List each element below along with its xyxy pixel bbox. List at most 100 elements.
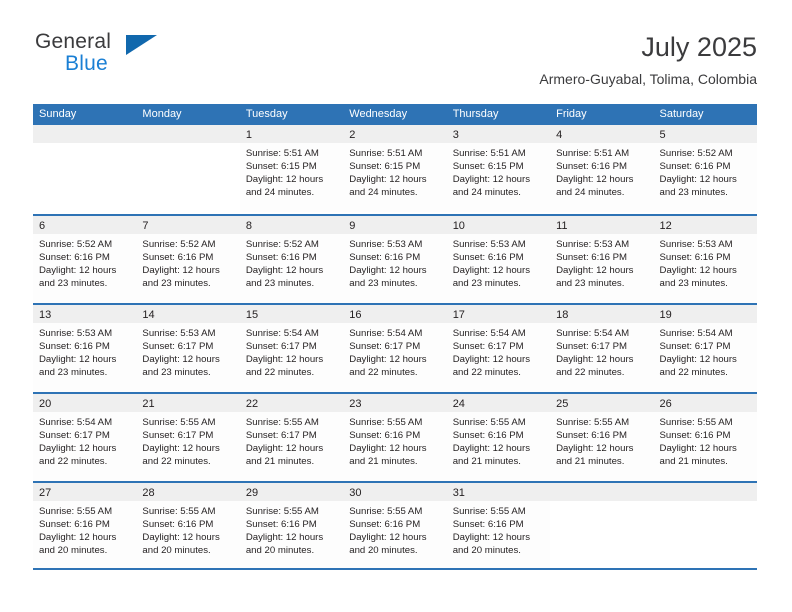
day-cell[interactable]: 7 Sunrise: 5:52 AM Sunset: 6:16 PM Daylight… (136, 216, 240, 303)
sunrise-text: Sunrise: 5:54 AM (39, 417, 113, 428)
daylight-text: and 22 minutes. (349, 367, 418, 379)
day-details: Sunrise: 5:55 AM Sunset: 6:16 PM Daylight:… (136, 501, 240, 568)
day-number-band: 30 (343, 483, 447, 501)
day-cell-empty (136, 125, 240, 214)
daylight-text: and 20 minutes. (39, 545, 108, 557)
daylight-text: and 20 minutes. (349, 545, 418, 557)
day-cell[interactable]: 1 Sunrise: 5:51 AM Sunset: 6:15 PM Daylight… (239, 125, 344, 214)
day-cell[interactable]: 27 Sunrise: 5:55 AM Sunset: 6:16 PM Dayligh… (33, 483, 137, 568)
sunrise-text: Sunrise: 5:52 AM (39, 239, 113, 250)
day-details: Sunrise: 5:55 AM Sunset: 6:17 PM Daylight:… (239, 412, 344, 481)
day-number-band (136, 125, 240, 143)
sunset-text: Sunset: 6:17 PM (452, 341, 524, 353)
sunset-text: Sunset: 6:16 PM (452, 252, 524, 264)
day-number: 3 (452, 129, 459, 141)
day-number: 6 (39, 220, 46, 232)
sunrise-text: Sunrise: 5:52 AM (659, 148, 733, 159)
day-cell[interactable]: 5 Sunrise: 5:52 AM Sunset: 6:16 PM Daylight… (653, 125, 757, 214)
day-cell[interactable]: 23 Sunrise: 5:55 AM Sunset: 6:16 PM Dayligh… (343, 394, 447, 481)
daylight-text: Daylight: 12 hours (452, 532, 531, 544)
weekday-header-row: Sunday Monday Tuesday Wednesday Thursday… (33, 104, 757, 125)
day-cell[interactable]: 19 Sunrise: 5:54 AM Sunset: 6:17 PM Dayligh… (653, 305, 757, 392)
weekday-header-wednesday: Wednesday (349, 108, 408, 120)
day-cell[interactable]: 24 Sunrise: 5:55 AM Sunset: 6:16 PM Dayligh… (446, 394, 551, 481)
sunset-text: Sunset: 6:15 PM (452, 161, 524, 173)
day-cell[interactable]: 22 Sunrise: 5:55 AM Sunset: 6:17 PM Dayligh… (239, 394, 344, 481)
day-cell[interactable]: 15 Sunrise: 5:54 AM Sunset: 6:17 PM Dayligh… (239, 305, 344, 392)
sunrise-text: Sunrise: 5:55 AM (245, 417, 319, 428)
day-number-band: 19 (653, 305, 757, 323)
day-cell[interactable]: 4 Sunrise: 5:51 AM Sunset: 6:16 PM Daylight… (550, 125, 654, 214)
day-number-band: 31 (446, 483, 551, 501)
day-cell[interactable]: 12 Sunrise: 5:53 AM Sunset: 6:16 PM Dayligh… (653, 216, 757, 303)
weeks-container: 1 Sunrise: 5:51 AM Sunset: 6:15 PM Daylight… (33, 125, 757, 570)
day-cell-empty (653, 483, 757, 568)
day-cell[interactable]: 28 Sunrise: 5:55 AM Sunset: 6:16 PM Dayligh… (136, 483, 240, 568)
weekday-header-thursday: Thursday (452, 108, 499, 120)
day-details: Sunrise: 5:53 AM Sunset: 6:16 PM Daylight:… (550, 234, 654, 303)
day-cell[interactable]: 25 Sunrise: 5:55 AM Sunset: 6:16 PM Dayligh… (550, 394, 654, 481)
day-number-band: 17 (446, 305, 551, 323)
day-number-band: 21 (136, 394, 240, 412)
day-cell[interactable]: 14 Sunrise: 5:53 AM Sunset: 6:17 PM Dayligh… (136, 305, 240, 392)
day-cell[interactable]: 20 Sunrise: 5:54 AM Sunset: 6:17 PM Dayligh… (33, 394, 137, 481)
day-cell[interactable]: 13 Sunrise: 5:53 AM Sunset: 6:16 PM Dayligh… (33, 305, 137, 392)
weekday-header-monday: Monday (142, 108, 182, 120)
day-details: Sunrise: 5:54 AM Sunset: 6:17 PM Daylight:… (33, 412, 137, 481)
day-cell[interactable]: 31 Sunrise: 5:55 AM Sunset: 6:16 PM Dayligh… (446, 483, 551, 568)
day-cell[interactable]: 10 Sunrise: 5:53 AM Sunset: 6:16 PM Dayligh… (446, 216, 551, 303)
sunset-text: Sunset: 6:17 PM (142, 430, 214, 442)
day-details: Sunrise: 5:54 AM Sunset: 6:17 PM Daylight:… (653, 323, 757, 392)
day-cell[interactable]: 2 Sunrise: 5:51 AM Sunset: 6:15 PM Daylight… (343, 125, 447, 214)
logo-word-general: General (35, 30, 112, 53)
daylight-text: Daylight: 12 hours (349, 265, 427, 277)
day-cell[interactable]: 17 Sunrise: 5:54 AM Sunset: 6:17 PM Dayligh… (446, 305, 551, 392)
day-number-band: 2 (343, 125, 447, 143)
day-cell[interactable]: 21 Sunrise: 5:55 AM Sunset: 6:17 PM Dayligh… (136, 394, 240, 481)
sunrise-text: Sunrise: 5:54 AM (452, 328, 526, 339)
sunset-text: Sunset: 6:16 PM (452, 519, 524, 531)
day-cell[interactable]: 26 Sunrise: 5:55 AM Sunset: 6:16 PM Dayligh… (653, 394, 757, 481)
sunset-text: Sunset: 6:17 PM (556, 341, 628, 353)
sunset-text: Sunset: 6:16 PM (245, 252, 317, 264)
general-blue-logo[interactable]: General Blue (33, 30, 173, 82)
day-number-band: 7 (136, 216, 240, 234)
page-subtitle: Armero-Guyabal, Tolima, Colombia (539, 71, 757, 87)
day-number: 12 (659, 220, 672, 232)
daylight-text: and 21 minutes. (659, 456, 728, 468)
day-number: 7 (142, 220, 149, 232)
daylight-text: and 23 minutes. (556, 278, 625, 290)
daylight-text: and 21 minutes. (556, 456, 625, 468)
weekday-header-tuesday: Tuesday (245, 108, 288, 120)
day-number: 23 (349, 398, 362, 410)
day-number: 25 (556, 398, 569, 410)
daylight-text: and 22 minutes. (556, 367, 625, 379)
sunrise-text: Sunrise: 5:53 AM (659, 239, 733, 250)
week-row: 27 Sunrise: 5:55 AM Sunset: 6:16 PM Dayligh… (33, 481, 757, 570)
day-number: 26 (659, 398, 672, 410)
day-cell[interactable]: 3 Sunrise: 5:51 AM Sunset: 6:15 PM Daylight… (446, 125, 551, 214)
day-cell[interactable]: 16 Sunrise: 5:54 AM Sunset: 6:17 PM Dayligh… (343, 305, 447, 392)
day-number-band: 3 (446, 125, 551, 143)
day-cell[interactable]: 8 Sunrise: 5:52 AM Sunset: 6:16 PM Daylight… (239, 216, 344, 303)
daylight-text: Daylight: 12 hours (556, 174, 634, 186)
sunrise-text: Sunrise: 5:55 AM (349, 417, 423, 428)
day-cell[interactable]: 30 Sunrise: 5:55 AM Sunset: 6:16 PM Dayligh… (343, 483, 447, 568)
day-cell[interactable]: 29 Sunrise: 5:55 AM Sunset: 6:16 PM Dayligh… (239, 483, 344, 568)
day-cell[interactable]: 11 Sunrise: 5:53 AM Sunset: 6:16 PM Dayligh… (550, 216, 654, 303)
sunset-text: Sunset: 6:16 PM (556, 161, 628, 173)
day-number-band (653, 483, 757, 501)
day-details: Sunrise: 5:54 AM Sunset: 6:17 PM Daylight:… (446, 323, 551, 392)
day-cell[interactable]: 9 Sunrise: 5:53 AM Sunset: 6:16 PM Daylight… (343, 216, 447, 303)
daylight-text: and 21 minutes. (452, 456, 521, 468)
day-cell[interactable]: 18 Sunrise: 5:54 AM Sunset: 6:17 PM Dayligh… (550, 305, 654, 392)
day-cell[interactable]: 6 Sunrise: 5:52 AM Sunset: 6:16 PM Daylight… (33, 216, 137, 303)
daylight-text: and 24 minutes. (556, 187, 625, 199)
weekday-header-saturday: Saturday (659, 108, 704, 120)
daylight-text: and 21 minutes. (245, 456, 315, 468)
day-details: Sunrise: 5:54 AM Sunset: 6:17 PM Daylight:… (550, 323, 654, 392)
daylight-text: and 24 minutes. (452, 187, 521, 199)
day-details: Sunrise: 5:55 AM Sunset: 6:16 PM Daylight:… (550, 412, 654, 481)
daylight-text: Daylight: 12 hours (556, 265, 634, 277)
day-details (550, 501, 654, 568)
